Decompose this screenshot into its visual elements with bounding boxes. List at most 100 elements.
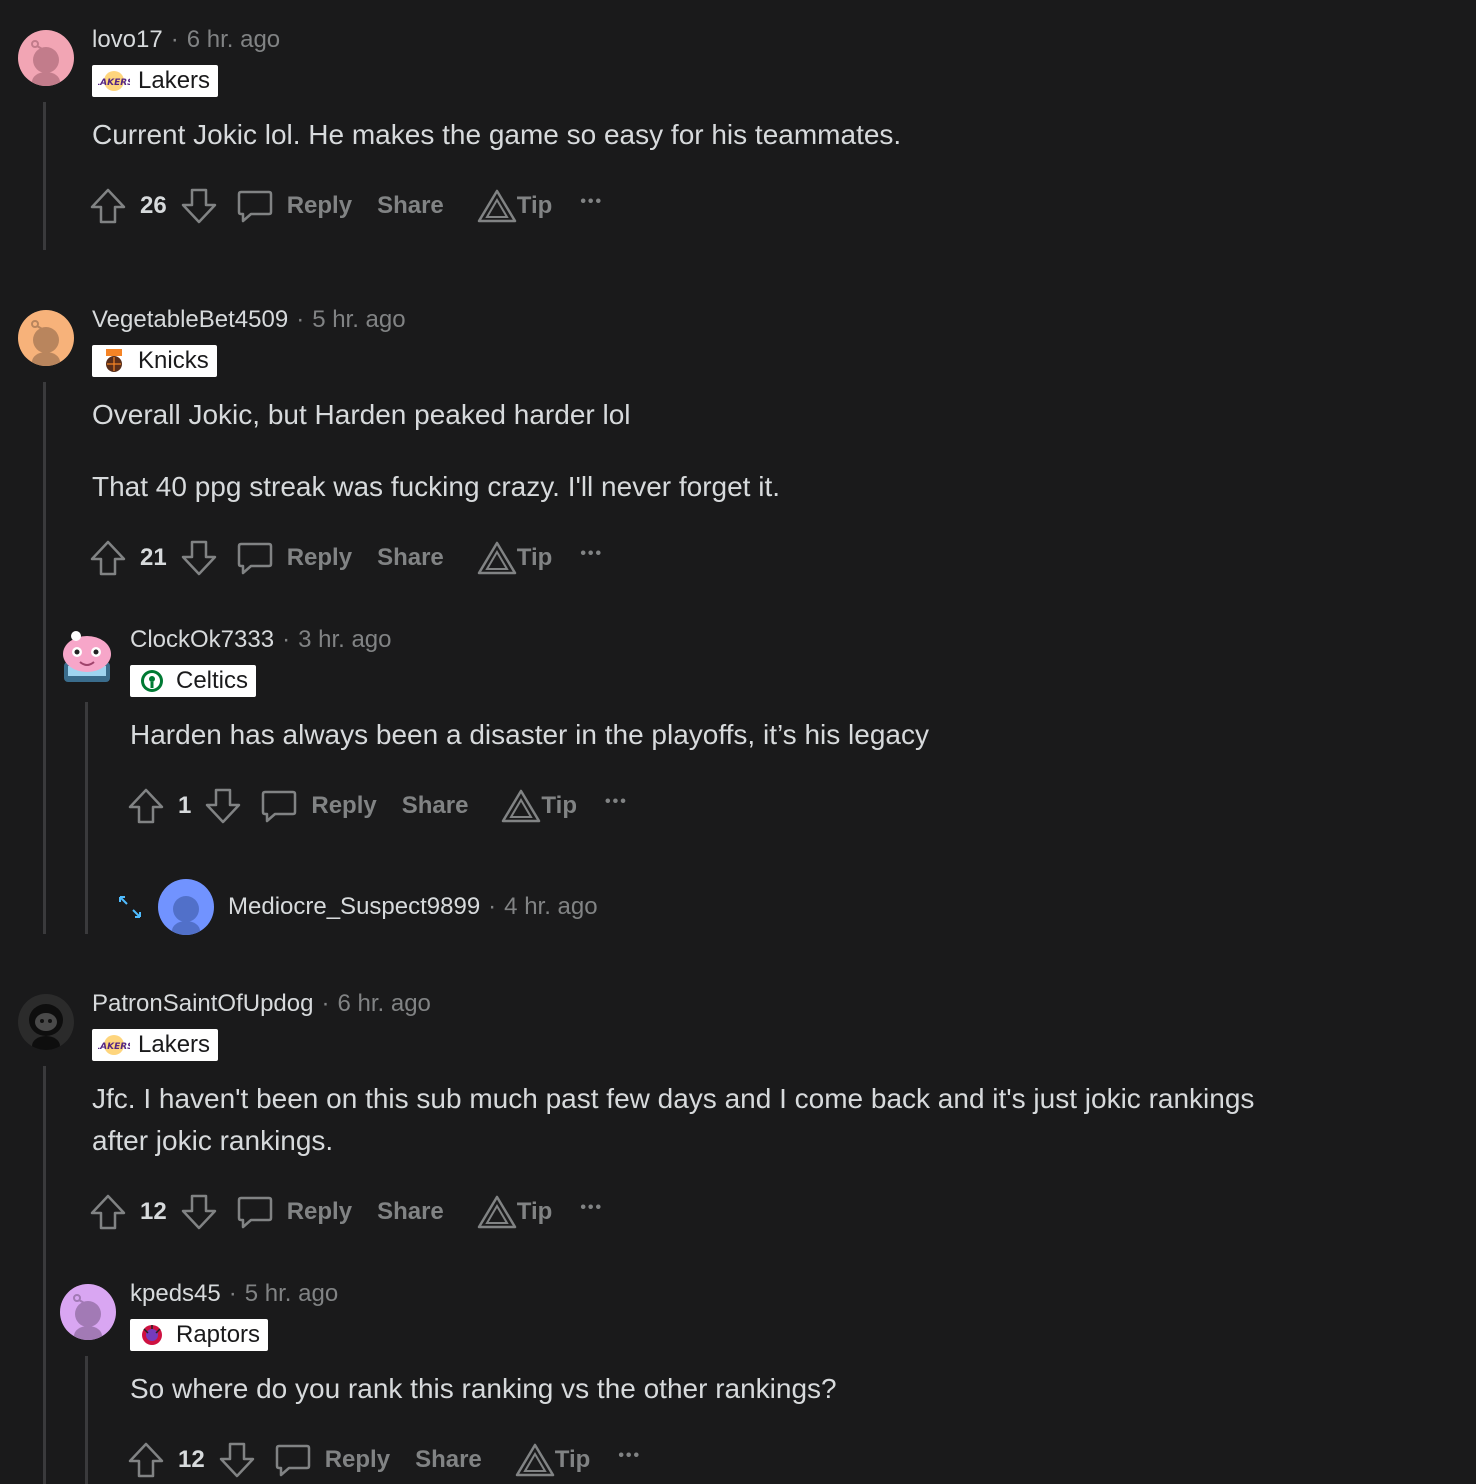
- username[interactable]: ClockOk7333: [130, 626, 274, 653]
- reply-button[interactable]: Reply: [235, 538, 352, 578]
- comment-bubble-icon: [237, 190, 272, 223]
- upvote-icon: [128, 1442, 164, 1478]
- comment-actions: 12 Reply Share Tip •••: [126, 1438, 641, 1482]
- avatar[interactable]: [18, 30, 74, 86]
- more-options-icon[interactable]: •••: [605, 793, 628, 811]
- username[interactable]: PatronSaintOfUpdog: [92, 990, 313, 1017]
- avatar[interactable]: [158, 879, 214, 935]
- tip-button[interactable]: Tip: [515, 1442, 591, 1478]
- reply-label: Reply: [311, 792, 377, 819]
- thread-line[interactable]: [43, 1066, 46, 1484]
- custom-avatar-icon: [63, 631, 111, 682]
- more-options-icon[interactable]: •••: [580, 1199, 603, 1217]
- tip-triangle-icon: [515, 1443, 555, 1477]
- collapsed-comment[interactable]: Mediocre_Suspect9899 · 4 hr. ago: [116, 878, 598, 936]
- thread-line[interactable]: [43, 102, 46, 250]
- user-flair: Knicks: [92, 345, 217, 377]
- tip-label: Tip: [554, 1446, 591, 1473]
- tip-button[interactable]: Tip: [477, 1194, 553, 1230]
- timestamp[interactable]: 4 hr. ago: [504, 893, 597, 920]
- upvote-button[interactable]: [88, 186, 128, 226]
- comment-body: Current Jokic lol. He makes the game so …: [92, 119, 902, 150]
- snoo-avatar-icon: [31, 40, 60, 86]
- celtics-logo-icon: [141, 670, 163, 692]
- downvote-button[interactable]: [179, 538, 219, 578]
- separator-dot: ·: [282, 626, 291, 653]
- downvote-icon: [219, 1442, 254, 1478]
- expand-arrows-icon[interactable]: [116, 893, 144, 921]
- thread-line[interactable]: [85, 1356, 88, 1484]
- avatar[interactable]: [18, 994, 74, 1050]
- reply-label: Reply: [286, 1198, 353, 1225]
- upvote-button[interactable]: [126, 1440, 166, 1480]
- snoo-avatar-icon: [31, 320, 60, 366]
- timestamp[interactable]: 6 hr. ago: [337, 990, 430, 1017]
- username[interactable]: Mediocre_Suspect9899: [228, 893, 480, 920]
- username[interactable]: lovo17: [92, 26, 163, 53]
- svg-text:LAKERS: LAKERS: [98, 1042, 130, 1052]
- share-button[interactable]: Share: [377, 544, 444, 572]
- flair-label: Lakers: [138, 67, 211, 94]
- reply-button[interactable]: Reply: [235, 186, 352, 226]
- downvote-button[interactable]: [203, 786, 243, 826]
- upvote-button[interactable]: [126, 786, 166, 826]
- username[interactable]: kpeds45: [130, 1280, 221, 1307]
- timestamp[interactable]: 5 hr. ago: [245, 1280, 338, 1307]
- share-button[interactable]: Share: [377, 1198, 444, 1226]
- downvote-button[interactable]: [179, 1192, 219, 1232]
- comment-body: Jfc. I haven't been on this sub much pas…: [92, 1083, 1255, 1114]
- comment-body: Harden has always been a disaster in the…: [130, 719, 929, 750]
- thread-line[interactable]: [43, 382, 46, 934]
- flair-label: Raptors: [176, 1321, 261, 1348]
- upvote-button[interactable]: [88, 1192, 128, 1232]
- more-options-icon[interactable]: •••: [618, 1447, 641, 1465]
- comment-body: That 40 ppg streak was fucking crazy. I'…: [92, 471, 781, 502]
- share-button[interactable]: Share: [377, 192, 444, 220]
- share-button[interactable]: Share: [415, 1446, 482, 1474]
- tip-button[interactable]: Tip: [477, 188, 552, 224]
- svg-text:LAKERS: LAKERS: [98, 78, 130, 88]
- username[interactable]: VegetableBet4509: [92, 306, 288, 333]
- comment-body: So where do you rank this ranking vs the…: [130, 1373, 837, 1404]
- comment-actions: 21 Reply Share Tip •••: [88, 536, 603, 580]
- tip-triangle-icon: [477, 541, 517, 575]
- thread-line[interactable]: [85, 702, 88, 934]
- downvote-icon: [206, 788, 241, 824]
- separator-dot: ·: [296, 306, 305, 333]
- raptors-logo-icon: [142, 1325, 162, 1345]
- reply-button[interactable]: Reply: [235, 1192, 352, 1232]
- downvote-icon: [181, 1194, 216, 1230]
- knicks-logo-icon: [106, 349, 122, 372]
- tip-button[interactable]: Tip: [477, 540, 552, 576]
- upvote-button[interactable]: [88, 538, 128, 578]
- separator-dot: ·: [321, 990, 330, 1017]
- user-flair: LAKERS Lakers: [92, 65, 219, 97]
- avatar[interactable]: [18, 310, 74, 366]
- tip-label: Tip: [516, 1198, 553, 1225]
- flair-label: Lakers: [138, 1031, 211, 1058]
- timestamp[interactable]: 3 hr. ago: [298, 626, 391, 653]
- reply-button[interactable]: Reply: [259, 786, 377, 826]
- user-flair: Raptors: [130, 1319, 269, 1351]
- share-button[interactable]: Share: [402, 792, 469, 820]
- comment-meta: VegetableBet4509 · 5 hr. ago: [92, 305, 406, 335]
- reply-button[interactable]: Reply: [273, 1440, 390, 1480]
- avatar[interactable]: [58, 628, 116, 686]
- more-options-icon[interactable]: •••: [580, 545, 603, 563]
- reply-label: Reply: [324, 1446, 391, 1473]
- comment-body: after jokic rankings.: [92, 1125, 334, 1156]
- downvote-button[interactable]: [217, 1440, 257, 1480]
- downvote-button[interactable]: [179, 186, 219, 226]
- comment-meta: Mediocre_Suspect9899 · 4 hr. ago: [228, 893, 598, 921]
- comment-meta: PatronSaintOfUpdog · 6 hr. ago: [92, 989, 431, 1019]
- more-options-icon[interactable]: •••: [580, 193, 603, 211]
- tip-button[interactable]: Tip: [501, 788, 577, 824]
- timestamp[interactable]: 5 hr. ago: [312, 306, 405, 333]
- tip-label: Tip: [541, 792, 577, 819]
- lakers-logo-icon: LAKERS: [98, 71, 130, 91]
- vote-score: 12: [140, 1198, 167, 1225]
- reply-label: Reply: [286, 544, 353, 571]
- avatar[interactable]: [60, 1284, 116, 1340]
- timestamp[interactable]: 6 hr. ago: [187, 26, 280, 53]
- comment-meta: ClockOk7333 · 3 hr. ago: [130, 625, 392, 655]
